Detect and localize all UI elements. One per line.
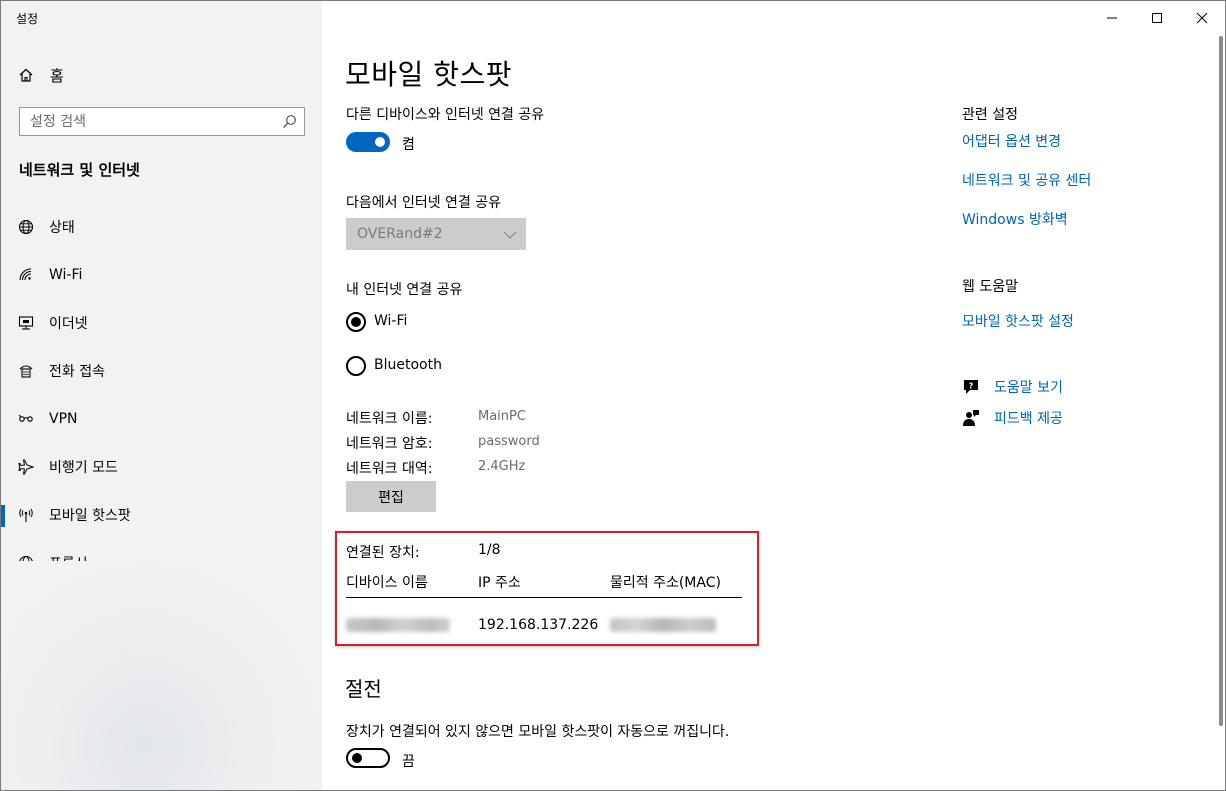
share-from-label: 다음에서 인터넷 연결 공유 — [346, 195, 502, 211]
main-content: 모바일 핫스팟 다른 디바이스와 인터넷 연결 공유 켬 다음에서 인터넷 연결… — [322, 1, 1225, 790]
help-chat-icon: ? — [962, 378, 980, 396]
share-internet-toggle[interactable] — [346, 132, 390, 152]
sidebar-item-status[interactable]: 상태 — [1, 203, 322, 251]
power-saving-heading: 절전 — [345, 677, 382, 701]
sidebar-item-airplane-mode[interactable]: 비행기 모드 — [1, 443, 322, 491]
power-toggle-state: 끔 — [402, 754, 415, 770]
related-settings-heading: 관련 설정 — [962, 107, 1018, 123]
web-help-heading: 웹 도움말 — [962, 279, 1018, 295]
windows-firewall-link[interactable]: Windows 방화벽 — [962, 209, 1068, 229]
sidebar-item-label: 비행기 모드 — [49, 460, 118, 476]
share-internet-label: 다른 디바이스와 인터넷 연결 공유 — [346, 107, 545, 123]
sidebar-item-label: VPN — [49, 411, 78, 427]
sidebar-nav: 상태 Wi-Fi 이더넷 전화 접속 VPN 비행기 모드 모바일 핫스팟 프록… — [1, 203, 322, 587]
column-header-mac: 물리적 주소(MAC) — [610, 575, 721, 591]
sidebar-item-label: 모바일 핫스팟 — [49, 508, 131, 524]
network-password-value: password — [478, 434, 540, 449]
sidebar-item-dialup[interactable]: 전화 접속 — [1, 347, 322, 395]
network-password-label: 네트워크 암호: — [346, 436, 433, 452]
wifi-radio[interactable] — [346, 312, 366, 332]
chevron-down-icon — [503, 228, 517, 244]
network-name-label: 네트워크 이름: — [346, 411, 433, 427]
page-title: 모바일 핫스팟 — [345, 58, 512, 91]
connected-devices-label: 연결된 장치: — [346, 545, 420, 561]
give-feedback-link[interactable]: 피드백 제공 — [962, 408, 1063, 428]
wifi-radio-label[interactable]: Wi-Fi — [374, 313, 407, 329]
sidebar-item-label: 이더넷 — [49, 316, 88, 332]
sidebar-item-label: 프록시 — [49, 556, 88, 572]
blurred-device-name — [346, 618, 450, 632]
network-sharing-center-link[interactable]: 네트워크 및 공유 센터 — [962, 170, 1091, 190]
get-help-label: 도움말 보기 — [994, 380, 1063, 396]
column-header-device-name: 디바이스 이름 — [346, 575, 428, 591]
vpn-icon — [18, 411, 34, 427]
sidebar-item-mobile-hotspot[interactable]: 모바일 핫스팟 — [1, 491, 322, 539]
settings-window: 설정 홈 네트워크 및 인터넷 상태 — [0, 0, 1226, 791]
device-ip-value: 192.168.137.226 — [478, 617, 599, 633]
sidebar-item-ethernet[interactable]: 이더넷 — [1, 299, 322, 347]
network-band-value: 2.4GHz — [478, 459, 526, 474]
search-input[interactable] — [30, 113, 270, 130]
ethernet-icon — [18, 315, 34, 331]
network-band-label: 네트워크 대역: — [346, 461, 433, 477]
globe-proxy-icon — [18, 555, 34, 571]
globe-status-icon — [18, 219, 34, 235]
share-from-value: OVERand#2 — [357, 226, 443, 242]
share-from-dropdown[interactable]: OVERand#2 — [346, 218, 526, 250]
network-name-value: MainPC — [478, 409, 526, 424]
adapter-options-link[interactable]: 어댑터 옵션 변경 — [962, 131, 1061, 151]
search-icon[interactable] — [282, 114, 297, 129]
svg-text:?: ? — [969, 382, 974, 391]
hotspot-icon — [18, 507, 34, 523]
sidebar-section-title: 네트워크 및 인터넷 — [19, 161, 140, 179]
home-nav-item[interactable]: 홈 — [18, 65, 64, 85]
power-saving-toggle[interactable] — [346, 748, 390, 768]
edit-button[interactable]: 편집 — [346, 481, 436, 512]
get-help-link[interactable]: ? 도움말 보기 — [962, 377, 1063, 397]
home-label: 홈 — [50, 66, 64, 85]
power-saving-description: 장치가 연결되어 있지 않으면 모바일 핫스팟이 자동으로 꺼집니다. — [346, 724, 730, 740]
bluetooth-radio[interactable] — [346, 356, 366, 376]
sidebar-item-label: 상태 — [49, 220, 75, 236]
give-feedback-label: 피드백 제공 — [994, 411, 1063, 427]
sidebar-item-wifi[interactable]: Wi-Fi — [1, 251, 322, 299]
home-icon — [18, 67, 34, 83]
hotspot-setup-help-link[interactable]: 모바일 핫스팟 설정 — [962, 311, 1074, 331]
sidebar-item-proxy[interactable]: 프록시 — [1, 539, 322, 587]
table-divider — [346, 597, 742, 598]
sidebar-item-vpn[interactable]: VPN — [1, 395, 322, 443]
vertical-scrollbar[interactable] — [1219, 36, 1223, 726]
sidebar: 설정 홈 네트워크 및 인터넷 상태 — [1, 1, 322, 790]
airplane-icon — [18, 459, 34, 475]
window-title: 설정 — [16, 12, 39, 26]
share-toggle-state: 켬 — [402, 137, 415, 153]
settings-search-box[interactable] — [19, 107, 305, 136]
share-over-label: 내 인터넷 연결 공유 — [346, 282, 463, 298]
bluetooth-radio-label[interactable]: Bluetooth — [374, 357, 442, 373]
wifi-icon — [18, 267, 34, 283]
connected-devices-count: 1/8 — [478, 542, 501, 558]
dialup-icon — [18, 363, 34, 379]
column-header-ip: IP 주소 — [478, 575, 521, 591]
blurred-mac-address — [610, 618, 716, 632]
sidebar-item-label: 전화 접속 — [49, 364, 105, 380]
sidebar-item-label: Wi-Fi — [49, 267, 83, 283]
feedback-person-icon — [962, 409, 980, 427]
